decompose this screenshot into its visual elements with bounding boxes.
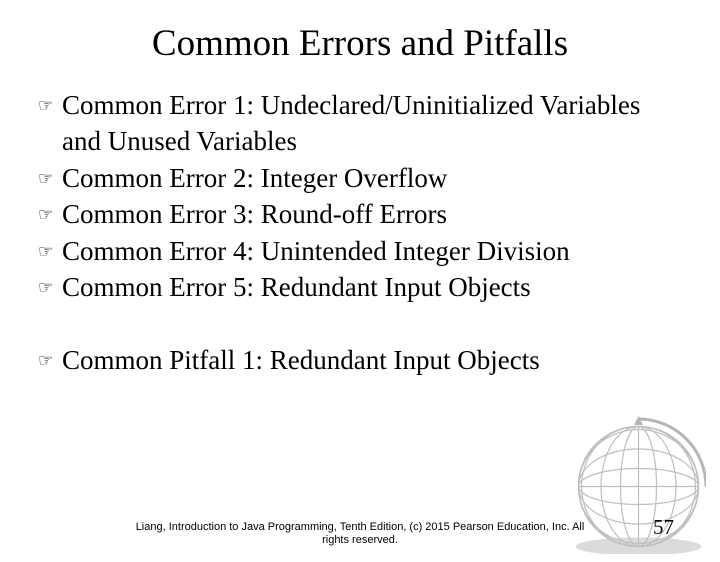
bullet-text: Common Error 2: Integer Overflow	[62, 163, 447, 193]
footer-line: Liang, Introduction to Java Programming,…	[136, 521, 585, 533]
list-item: ☞ Common Error 4: Unintended Integer Div…	[38, 233, 686, 269]
pointing-hand-icon: ☞	[38, 95, 53, 118]
pointing-hand-icon: ☞	[38, 350, 53, 373]
bullet-text: Common Pitfall 1: Redundant Input Object…	[62, 345, 540, 375]
pointing-hand-icon: ☞	[38, 241, 53, 264]
pointing-hand-icon: ☞	[38, 168, 53, 191]
bullet-text: Common Error 5: Redundant Input Objects	[62, 272, 531, 302]
bullet-text: Common Error 3: Round-off Errors	[62, 199, 447, 229]
pointing-hand-icon: ☞	[38, 277, 53, 300]
footer-citation: Liang, Introduction to Java Programming,…	[0, 521, 720, 549]
list-item: ☞ Common Error 5: Redundant Input Object…	[38, 269, 686, 305]
slide: Common Errors and Pitfalls ☞ Common Erro…	[0, 22, 720, 562]
footer-line: rights reserved.	[322, 534, 398, 546]
list-item: ☞ Common Pitfall 1: Redundant Input Obje…	[38, 342, 686, 378]
list-item: ☞ Common Error 2: Integer Overflow	[38, 160, 686, 196]
pointing-hand-icon: ☞	[38, 204, 53, 227]
bullet-text: Common Error 1: Undeclared/Uninitialized…	[62, 90, 640, 156]
list-item: ☞ Common Error 3: Round-off Errors	[38, 196, 686, 232]
slide-body: ☞ Common Error 1: Undeclared/Uninitializ…	[0, 87, 720, 378]
slide-title: Common Errors and Pitfalls	[0, 22, 720, 65]
page-number: 57	[653, 515, 674, 540]
bullet-text: Common Error 4: Unintended Integer Divis…	[62, 236, 570, 266]
list-item: ☞ Common Error 1: Undeclared/Uninitializ…	[38, 87, 686, 160]
